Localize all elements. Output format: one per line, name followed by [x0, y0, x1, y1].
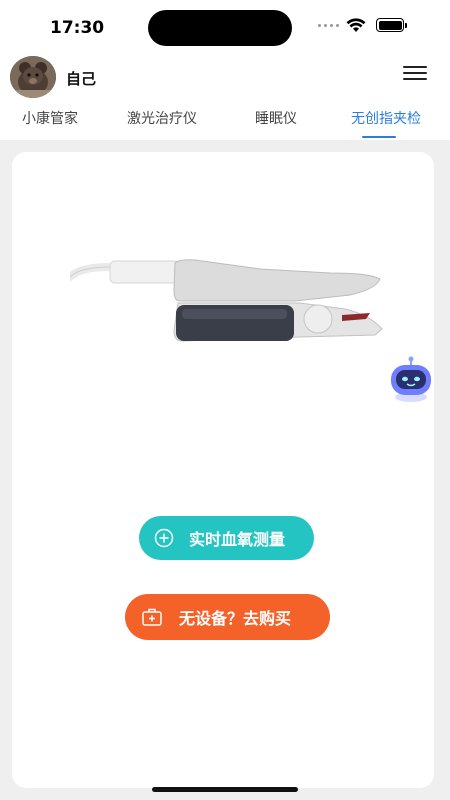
- tab-laser-therapy[interactable]: 激光治疗仪: [127, 108, 197, 128]
- battery-cap: [405, 23, 407, 28]
- finger-clip-sensor-image: [70, 259, 383, 342]
- tab-finger-clip[interactable]: 无创指夹检: [351, 108, 421, 128]
- avatar[interactable]: [10, 56, 56, 98]
- tab-sleep-device[interactable]: 睡眠仪: [255, 108, 297, 128]
- buy-button-label: 无设备？去购买: [179, 609, 292, 628]
- dynamic-island: [148, 10, 292, 46]
- menu-button[interactable]: [403, 66, 427, 84]
- medical-kit-icon: [141, 606, 163, 628]
- header: 自己: [0, 56, 450, 100]
- tab-bar: 小康管家 激光治疗仪 睡眠仪 无创指夹检: [0, 100, 450, 140]
- cellular-signal-icon: [318, 24, 339, 27]
- tab-xiaokang-guanjia[interactable]: 小康管家: [22, 108, 78, 128]
- wifi-icon: [346, 18, 366, 32]
- hamburger-icon: [403, 66, 427, 80]
- plus-circle-icon: [153, 527, 175, 549]
- home-indicator: [152, 787, 298, 792]
- user-name: 自己: [66, 70, 97, 88]
- active-tab-indicator: [362, 136, 396, 138]
- buy-device-button[interactable]: 无设备？去购买: [125, 594, 330, 640]
- robot-icon[interactable]: [388, 355, 434, 403]
- battery-icon: [376, 18, 404, 32]
- status-bar: 17:30: [0, 0, 450, 56]
- status-time: 17:30: [50, 18, 105, 38]
- measure-button-label: 实时血氧测量: [189, 530, 286, 549]
- realtime-spo2-measure-button[interactable]: 实时血氧测量: [139, 516, 314, 560]
- device-card: [12, 152, 434, 788]
